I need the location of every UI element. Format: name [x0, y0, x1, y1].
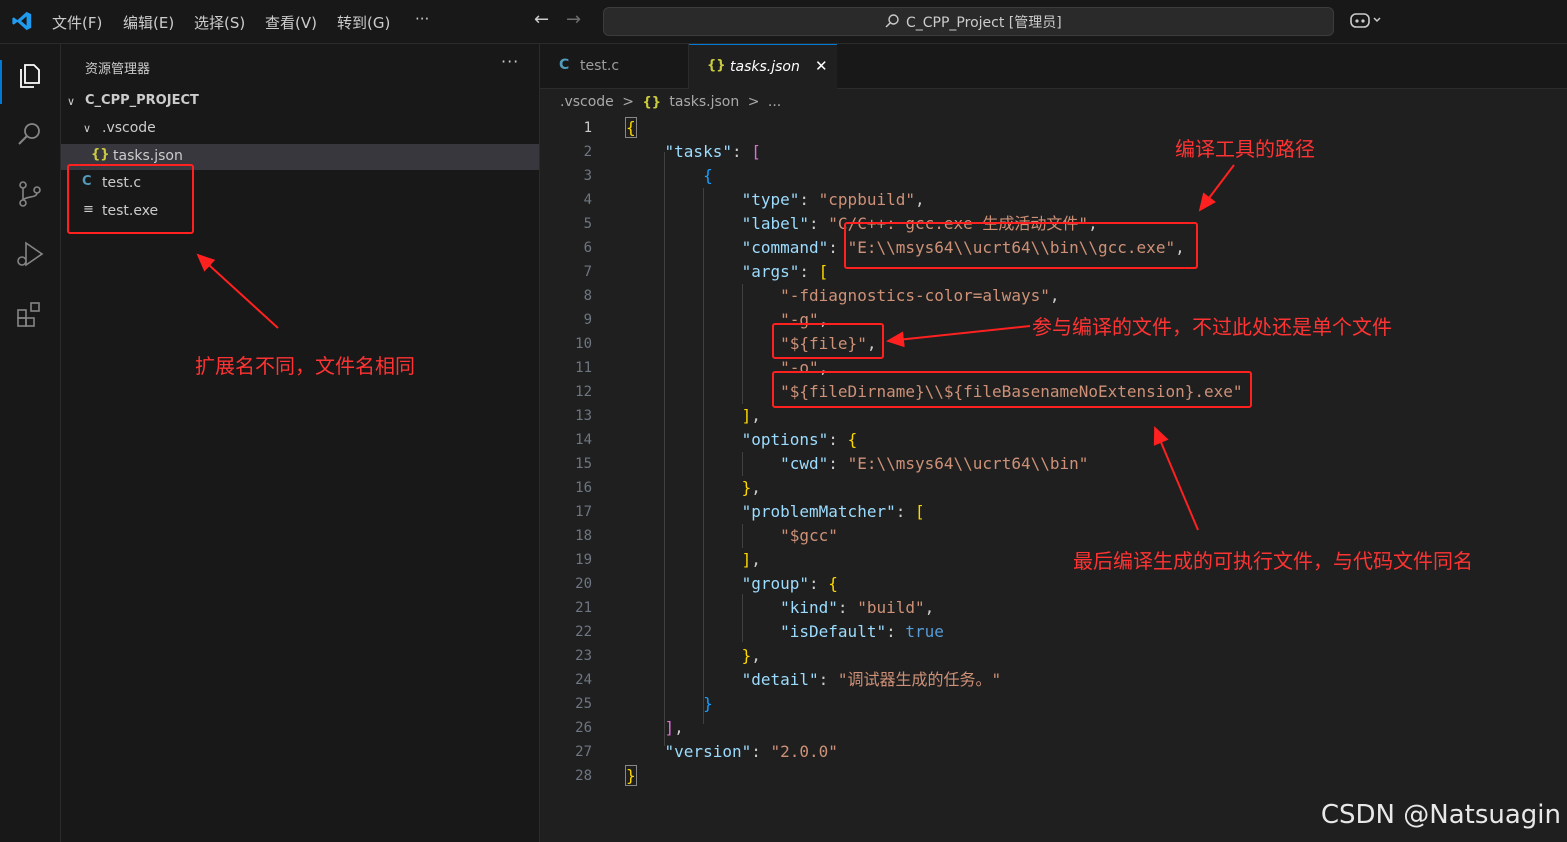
watermark: CSDN @Natsuagin: [1320, 800, 1561, 830]
annotation-input-file: 参与编译的文件，不过此处还是单个文件: [1032, 315, 1392, 339]
annotation-compiler-path: 编译工具的路径: [1175, 137, 1315, 161]
annotation-output-file: 最后编译生成的可执行文件，与代码文件同名: [1073, 549, 1473, 573]
annotation-arrows: [196, 164, 1235, 531]
annotation-same-name: 扩展名不同，文件名相同: [195, 354, 415, 378]
